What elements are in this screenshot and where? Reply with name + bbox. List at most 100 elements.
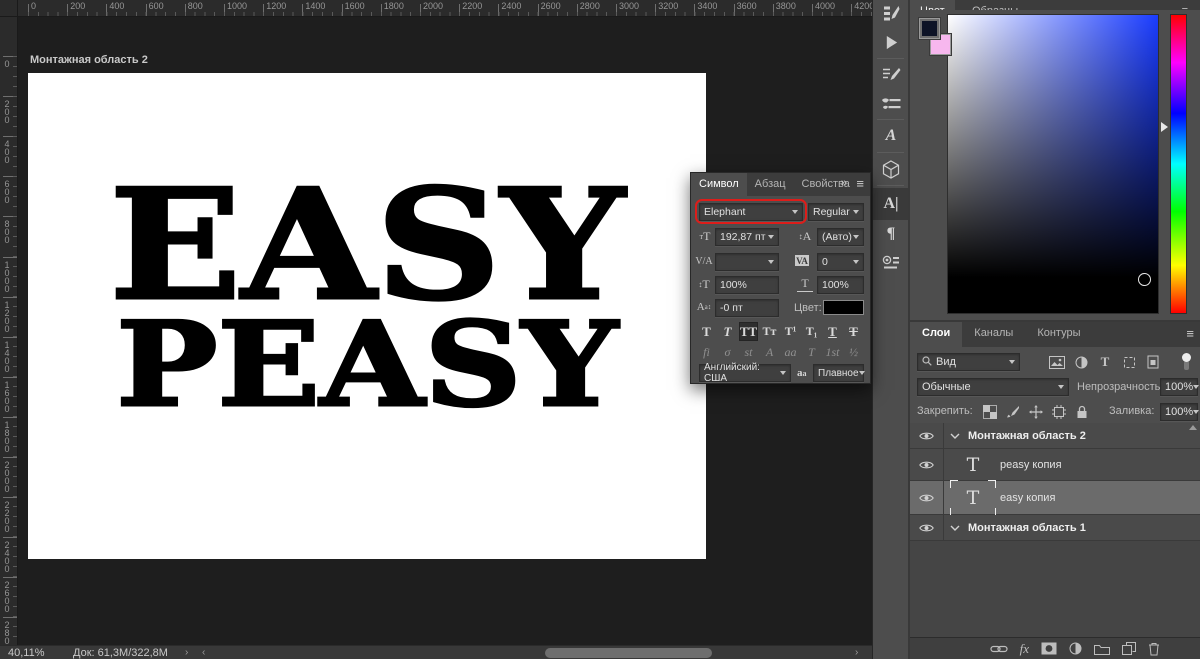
ligatures-button[interactable]: fi (697, 344, 716, 361)
character-panel-icon[interactable]: A| (873, 188, 909, 220)
tab-paths[interactable]: Контуры (1025, 322, 1092, 347)
lock-artboard-icon[interactable] (1049, 403, 1069, 421)
layer-filter-select[interactable]: Вид (917, 353, 1020, 371)
text-layer-thumbnail[interactable]: T (950, 479, 996, 516)
tab-paragraph[interactable]: Абзац (747, 173, 794, 196)
layer-visibility-eye-icon[interactable] (910, 423, 944, 448)
scroll-up-icon[interactable] (1189, 425, 1197, 430)
strikethrough-button[interactable]: T (844, 322, 863, 341)
tab-color[interactable]: Цвет (910, 0, 955, 10)
font-family-select[interactable]: Elephant (699, 203, 803, 221)
subscript-button[interactable]: T₁ (802, 322, 821, 341)
saturation-brightness-box[interactable] (947, 14, 1159, 314)
vertical-scale-field[interactable]: 100% (715, 276, 779, 294)
hue-slider-arrow-icon[interactable] (1161, 122, 1168, 132)
layer-group-icon[interactable] (1094, 640, 1110, 658)
font-style-select[interactable]: Regular (808, 203, 864, 221)
filter-toggle[interactable] (1182, 353, 1191, 371)
type-layers-filter-icon[interactable]: T (1095, 353, 1115, 371)
hscroll-right-icon[interactable]: › (855, 647, 858, 658)
tab-channels[interactable]: Каналы (962, 322, 1025, 347)
color-panel-menu-icon[interactable]: ≡ (1172, 0, 1198, 10)
superscript-button[interactable]: T¹ (781, 322, 800, 341)
faux-bold-button[interactable]: T (697, 322, 716, 341)
brushes-icon[interactable] (873, 89, 909, 117)
artboard-label[interactable]: Монтажная область 2 (30, 54, 148, 66)
layer-name[interactable]: Монтажная область 1 (968, 522, 1086, 534)
link-layers-icon[interactable] (990, 640, 1008, 658)
actions-play-icon[interactable] (873, 28, 909, 56)
artboard[interactable]: EASY PEASY (28, 73, 706, 559)
opacity-field[interactable]: 100% (1160, 378, 1200, 396)
fractions-button[interactable]: ½ (844, 344, 863, 361)
tool-presets-icon[interactable] (873, 0, 909, 28)
tab-properties[interactable]: Свойства (794, 173, 858, 196)
foreground-color-swatch[interactable] (918, 17, 941, 40)
layer-visibility-eye-icon[interactable] (910, 481, 944, 514)
layer-row-artboard[interactable]: Монтажная область 2 (910, 423, 1200, 449)
underline-button[interactable]: T (823, 322, 842, 341)
layer-mask-icon[interactable] (1041, 640, 1057, 658)
layer-name[interactable]: Монтажная область 2 (968, 430, 1086, 442)
character-panel-menu-icon[interactable]: ≡ (856, 176, 864, 191)
baseline-shift-field[interactable]: -0 пт (715, 299, 779, 317)
zoom-level[interactable]: 40,11% (8, 647, 45, 659)
layer-visibility-eye-icon[interactable] (910, 449, 944, 480)
lock-position-icon[interactable] (1026, 403, 1046, 421)
pixel-layers-filter-icon[interactable] (1047, 353, 1067, 371)
all-caps-button[interactable]: TT (739, 322, 758, 341)
kerning-field[interactable] (715, 253, 779, 271)
lock-all-icon[interactable] (1072, 403, 1092, 421)
layer-visibility-eye-icon[interactable] (910, 515, 944, 540)
smart-objects-filter-icon[interactable] (1143, 353, 1163, 371)
paragraph-panel-icon[interactable]: ¶ (873, 220, 909, 248)
font-size-field[interactable]: 192,87 пт (715, 228, 779, 246)
layer-effects-icon[interactable]: fx (1020, 640, 1029, 658)
fill-field[interactable]: 100% (1160, 403, 1200, 421)
hue-slider[interactable] (1170, 14, 1187, 314)
text-color-swatch[interactable] (823, 300, 864, 315)
layer-row-text[interactable]: Teasy копия (910, 479, 1200, 516)
tab-character[interactable]: Символ (691, 173, 747, 196)
tab-layers[interactable]: Слои (910, 322, 963, 347)
hscroll-left-icon[interactable]: ‹ (202, 647, 205, 658)
3d-icon[interactable] (873, 155, 909, 183)
collapse-panel-icon[interactable]: » (841, 177, 847, 189)
hscroll-thumb[interactable] (545, 648, 712, 658)
swash-button[interactable]: A (760, 344, 779, 361)
brush-settings-icon[interactable] (873, 61, 909, 89)
blend-mode-select[interactable]: Обычные (917, 378, 1069, 396)
tab-swatches[interactable]: Образцы (962, 0, 1028, 10)
delete-layer-icon[interactable] (1148, 640, 1160, 658)
small-caps-button[interactable]: Tт (760, 322, 779, 341)
lock-pixels-icon[interactable] (1003, 403, 1023, 421)
layer-name[interactable]: easy копия (1000, 492, 1055, 504)
artboard-expand-icon[interactable] (950, 430, 960, 442)
layer-row-text[interactable]: Tpeasy копия (910, 449, 1200, 481)
shape-layers-filter-icon[interactable] (1119, 353, 1139, 371)
status-expand-icon[interactable]: › (185, 647, 188, 658)
new-layer-icon[interactable] (1122, 640, 1136, 658)
ordinals-button[interactable]: 1st (823, 344, 842, 361)
faux-italic-button[interactable]: T (718, 322, 737, 341)
text-layer-thumbnail[interactable]: T (956, 454, 990, 476)
layer-row-artboard[interactable]: Монтажная область 1 (910, 515, 1200, 541)
contextual-alternates-button[interactable]: σ (718, 344, 737, 361)
titling-alternates-button[interactable]: T (802, 344, 821, 361)
stylistic-alternates-button[interactable]: aa (781, 344, 800, 361)
glyphs-icon[interactable]: A (873, 122, 909, 150)
leading-field[interactable]: (Авто) (817, 228, 864, 246)
adjustment-layer-icon[interactable] (1069, 640, 1082, 658)
tracking-field[interactable]: 0 (817, 253, 864, 271)
antialias-select[interactable]: Плавное (813, 364, 865, 382)
lock-transparency-icon[interactable] (980, 403, 1000, 421)
color-cursor-icon[interactable] (1138, 273, 1151, 286)
discretionary-ligatures-button[interactable]: st (739, 344, 758, 361)
artboard-expand-icon[interactable] (950, 522, 960, 534)
horizontal-scale-field[interactable]: 100% (817, 276, 864, 294)
adjustment-layers-filter-icon[interactable] (1071, 353, 1091, 371)
language-select[interactable]: Английский: США (699, 362, 791, 384)
opentype-panel-icon[interactable] (873, 248, 909, 276)
layer-name[interactable]: peasy копия (1000, 459, 1062, 471)
layers-panel-menu-icon[interactable]: ≡ (1186, 326, 1194, 341)
